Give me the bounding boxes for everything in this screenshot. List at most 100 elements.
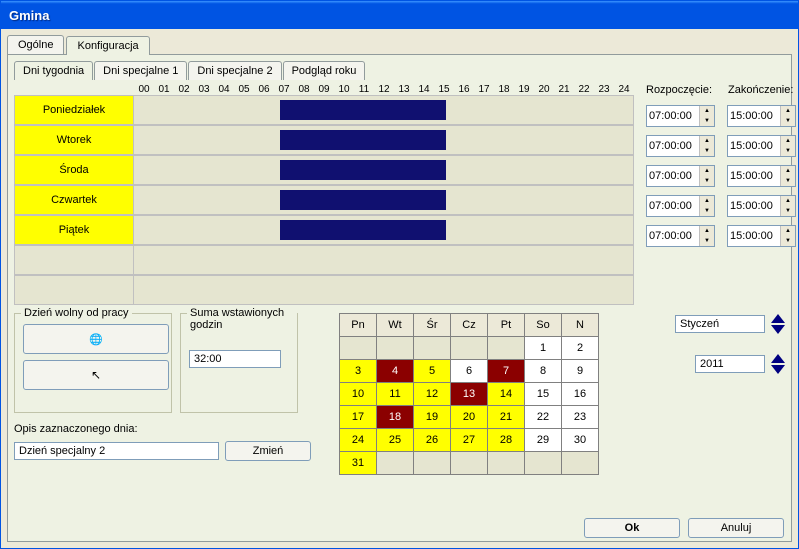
spin-down-icon[interactable]: ▼ — [780, 236, 795, 246]
calendar-cell[interactable]: 18 — [377, 406, 414, 429]
end-time-2-input[interactable] — [728, 166, 780, 186]
spin-down-icon[interactable]: ▼ — [699, 146, 714, 156]
calendar-cell[interactable]: 5 — [414, 360, 451, 383]
calendar-cell[interactable]: 23 — [562, 406, 599, 429]
calendar-cell[interactable]: 1 — [525, 337, 562, 360]
spin-up-icon[interactable]: ▲ — [699, 136, 714, 146]
spin-up-icon[interactable]: ▲ — [780, 196, 795, 206]
calendar-cell[interactable]: 10 — [340, 383, 377, 406]
year-input[interactable] — [695, 355, 765, 373]
free-day-button-1[interactable]: 🌐 — [23, 324, 169, 354]
innertab-special1[interactable]: Dni specjalne 1 — [94, 61, 187, 80]
calendar-cell[interactable]: 24 — [340, 429, 377, 452]
calendar[interactable]: PnWtŚrCzPtSoN123456789101112131415161718… — [339, 313, 599, 475]
end-time-4[interactable]: ▲▼ — [727, 225, 796, 247]
change-button[interactable]: Zmień — [225, 441, 311, 461]
month-down-icon[interactable] — [771, 325, 785, 334]
end-time-3[interactable]: ▲▼ — [727, 195, 796, 217]
schedule-track[interactable] — [134, 95, 634, 125]
calendar-cell[interactable]: 20 — [451, 406, 488, 429]
calendar-cell[interactable]: 28 — [488, 429, 525, 452]
end-time-4-input[interactable] — [728, 226, 780, 246]
schedule-track[interactable] — [134, 215, 634, 245]
calendar-cell[interactable]: 8 — [525, 360, 562, 383]
end-time-1-input[interactable] — [728, 136, 780, 156]
year-down-icon[interactable] — [771, 365, 785, 374]
end-time-2[interactable]: ▲▼ — [727, 165, 796, 187]
tab-general[interactable]: Ogólne — [7, 35, 64, 54]
spin-down-icon[interactable]: ▼ — [780, 116, 795, 126]
schedule-track[interactable] — [134, 185, 634, 215]
year-up-icon[interactable] — [771, 354, 785, 363]
spin-down-icon[interactable]: ▼ — [780, 176, 795, 186]
start-time-4-input[interactable] — [647, 226, 699, 246]
spin-down-icon[interactable]: ▼ — [699, 236, 714, 246]
schedule-track[interactable] — [134, 275, 634, 305]
schedule-track[interactable] — [134, 155, 634, 185]
spin-up-icon[interactable]: ▲ — [699, 196, 714, 206]
calendar-cell[interactable]: 21 — [488, 406, 525, 429]
innertab-year[interactable]: Podgląd roku — [283, 61, 366, 80]
calendar-cell[interactable]: 25 — [377, 429, 414, 452]
end-time-3-input[interactable] — [728, 196, 780, 216]
calendar-cell[interactable]: 31 — [340, 452, 377, 475]
ok-button[interactable]: Ok — [584, 518, 680, 538]
start-time-3[interactable]: ▲▼ — [646, 195, 715, 217]
start-time-0-input[interactable] — [647, 106, 699, 126]
calendar-cell[interactable]: 13 — [451, 383, 488, 406]
calendar-cell[interactable]: 14 — [488, 383, 525, 406]
calendar-cell[interactable]: 16 — [562, 383, 599, 406]
calendar-cell[interactable]: 9 — [562, 360, 599, 383]
spin-up-icon[interactable]: ▲ — [780, 136, 795, 146]
spin-up-icon[interactable]: ▲ — [699, 166, 714, 176]
calendar-cell[interactable]: 15 — [525, 383, 562, 406]
calendar-cell[interactable]: 11 — [377, 383, 414, 406]
spin-up-icon[interactable]: ▲ — [699, 226, 714, 236]
calendar-cell[interactable]: 26 — [414, 429, 451, 452]
schedule-bar[interactable] — [280, 190, 447, 210]
end-time-0[interactable]: ▲▼ — [727, 105, 796, 127]
spin-down-icon[interactable]: ▼ — [780, 206, 795, 216]
start-time-1[interactable]: ▲▼ — [646, 135, 715, 157]
month-input[interactable] — [675, 315, 765, 333]
schedule-bar[interactable] — [280, 160, 447, 180]
spin-down-icon[interactable]: ▼ — [699, 176, 714, 186]
calendar-cell[interactable]: 22 — [525, 406, 562, 429]
spin-down-icon[interactable]: ▼ — [699, 116, 714, 126]
spin-up-icon[interactable]: ▲ — [780, 106, 795, 116]
innertab-weekdays[interactable]: Dni tygodnia — [14, 61, 93, 80]
start-time-3-input[interactable] — [647, 196, 699, 216]
calendar-cell[interactable]: 29 — [525, 429, 562, 452]
calendar-cell[interactable]: 19 — [414, 406, 451, 429]
desc-input[interactable] — [14, 442, 219, 460]
spin-down-icon[interactable]: ▼ — [699, 206, 714, 216]
calendar-cell[interactable]: 17 — [340, 406, 377, 429]
end-time-1[interactable]: ▲▼ — [727, 135, 796, 157]
calendar-cell[interactable]: 6 — [451, 360, 488, 383]
calendar-cell[interactable]: 12 — [414, 383, 451, 406]
calendar-cell[interactable]: 7 — [488, 360, 525, 383]
spin-up-icon[interactable]: ▲ — [699, 106, 714, 116]
hours-sum-value[interactable] — [189, 350, 281, 368]
free-day-button-2[interactable]: ↖ — [23, 360, 169, 390]
start-time-2[interactable]: ▲▼ — [646, 165, 715, 187]
calendar-cell[interactable]: 4 — [377, 360, 414, 383]
start-time-2-input[interactable] — [647, 166, 699, 186]
spin-up-icon[interactable]: ▲ — [780, 166, 795, 176]
month-up-icon[interactable] — [771, 314, 785, 323]
innertab-special2[interactable]: Dni specjalne 2 — [188, 61, 281, 80]
start-time-0[interactable]: ▲▼ — [646, 105, 715, 127]
schedule-bar[interactable] — [280, 100, 447, 120]
spin-down-icon[interactable]: ▼ — [780, 146, 795, 156]
tab-config[interactable]: Konfiguracja — [66, 36, 149, 55]
schedule-track[interactable] — [134, 125, 634, 155]
schedule-track[interactable] — [134, 245, 634, 275]
cancel-button[interactable]: Anuluj — [688, 518, 784, 538]
spin-up-icon[interactable]: ▲ — [780, 226, 795, 236]
calendar-cell[interactable]: 2 — [562, 337, 599, 360]
schedule-bar[interactable] — [280, 220, 447, 240]
calendar-cell[interactable]: 30 — [562, 429, 599, 452]
start-time-4[interactable]: ▲▼ — [646, 225, 715, 247]
calendar-cell[interactable]: 3 — [340, 360, 377, 383]
calendar-cell[interactable]: 27 — [451, 429, 488, 452]
